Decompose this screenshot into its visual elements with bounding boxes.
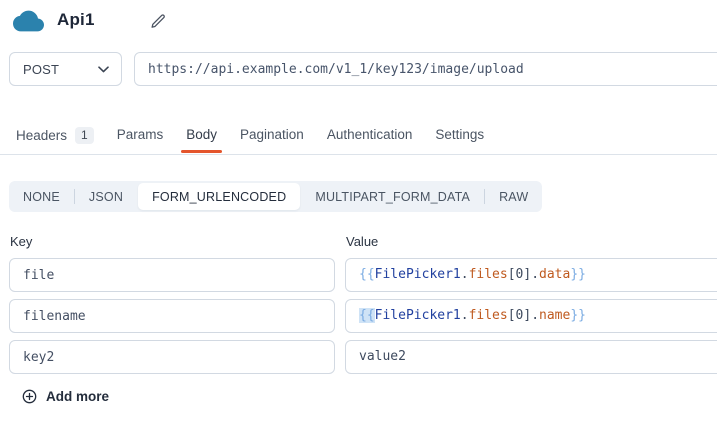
value-token: {{	[359, 267, 375, 282]
value-token: .	[531, 267, 539, 282]
value-token: [0]	[508, 267, 531, 282]
tab-label: Body	[186, 127, 217, 142]
value-token: }}	[570, 267, 586, 282]
rename-button[interactable]	[147, 10, 169, 32]
value-token: .	[461, 308, 469, 323]
value-token: FilePicker1	[375, 308, 461, 323]
tab-label: Pagination	[240, 127, 304, 142]
body-type-form_urlencoded[interactable]: FORM_URLENCODED	[138, 183, 300, 210]
tab-pagination[interactable]: Pagination	[240, 127, 304, 152]
value-column-header: Value	[346, 234, 378, 249]
pencil-icon	[150, 13, 167, 30]
value-token: data	[539, 267, 570, 282]
method-dropdown[interactable]: POST	[9, 52, 122, 86]
value-token: [0]	[508, 308, 531, 323]
value-token: .	[461, 267, 469, 282]
body-type-raw[interactable]: RAW	[485, 181, 542, 212]
add-more-button[interactable]: Add more	[22, 389, 109, 404]
method-label: POST	[23, 62, 59, 77]
tab-authentication[interactable]: Authentication	[327, 127, 413, 152]
body-type-tabs: NONEJSONFORM_URLENCODEDMULTIPART_FORM_DA…	[9, 181, 542, 212]
value-input[interactable]: {{FilePicker1.files[0].name}}	[345, 299, 717, 333]
url-input[interactable]	[134, 52, 717, 86]
tab-count-badge: 1	[75, 127, 94, 144]
body-type-none[interactable]: NONE	[9, 181, 74, 212]
body-type-multipart_form_data[interactable]: MULTIPART_FORM_DATA	[301, 181, 484, 212]
key-input[interactable]	[9, 299, 335, 333]
tab-label: Authentication	[327, 127, 413, 142]
tab-bar: Headers 1 Params Body Pagination Authenticati…	[0, 127, 717, 155]
key-column-header: Key	[10, 234, 32, 249]
cloud-icon	[13, 8, 44, 39]
value-token: files	[469, 308, 508, 323]
tab-settings[interactable]: Settings	[435, 127, 484, 152]
form-rows: {{FilePicker1.files[0].data}}{{FilePicke…	[9, 258, 717, 381]
tab-headers[interactable]: Headers 1	[16, 127, 94, 154]
value-token: FilePicker1	[375, 267, 461, 282]
page-title: Api1	[57, 10, 95, 30]
tab-body[interactable]: Body	[186, 127, 217, 152]
body-type-json[interactable]: JSON	[75, 181, 137, 212]
value-token: .	[531, 308, 539, 323]
value-token: files	[469, 267, 508, 282]
value-token: {{	[359, 308, 375, 323]
add-more-label: Add more	[46, 389, 109, 404]
key-input[interactable]	[9, 258, 335, 292]
form-row: {{FilePicker1.files[0].name}}	[9, 299, 717, 333]
chevron-down-icon	[98, 66, 109, 73]
tab-label: Headers	[16, 128, 67, 143]
plus-circle-icon	[22, 389, 37, 404]
key-input[interactable]	[9, 340, 335, 374]
form-row: value2	[9, 340, 717, 374]
value-token: }}	[570, 308, 586, 323]
value-token: value2	[359, 349, 406, 364]
value-input[interactable]: {{FilePicker1.files[0].data}}	[345, 258, 717, 292]
value-input[interactable]: value2	[345, 340, 717, 374]
tab-label: Settings	[435, 127, 484, 142]
form-row: {{FilePicker1.files[0].data}}	[9, 258, 717, 292]
tab-label: Params	[117, 127, 164, 142]
value-token: name	[539, 308, 570, 323]
api-editor-pane: Api1 POST Headers 1 Params Body Pagination Au…	[0, 0, 717, 434]
tab-params[interactable]: Params	[117, 127, 164, 152]
